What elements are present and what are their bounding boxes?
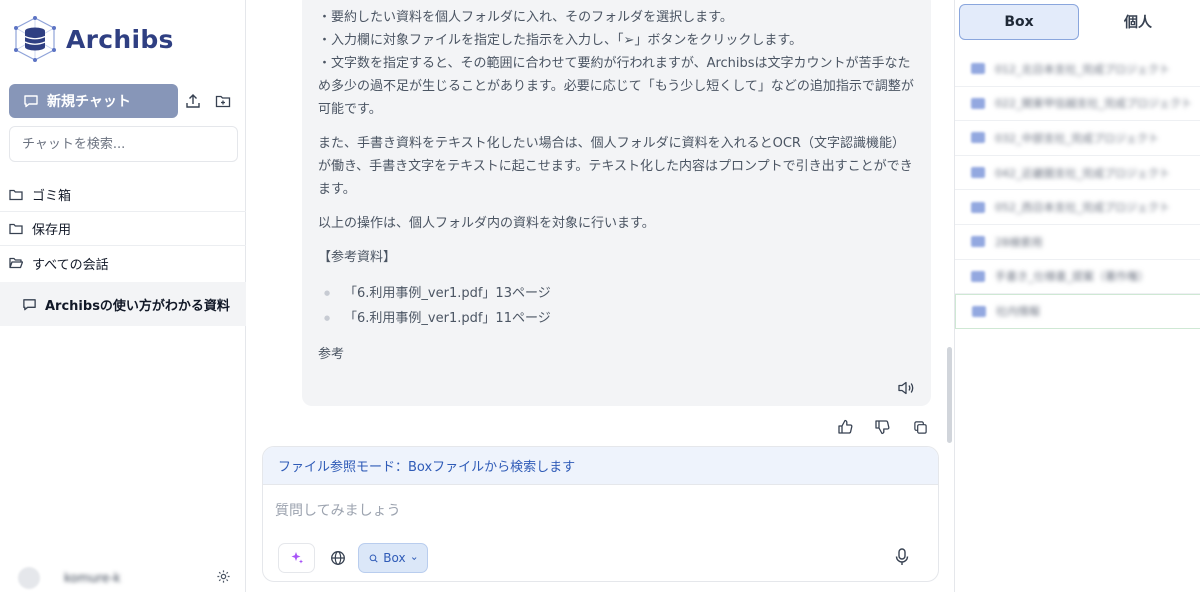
box-source-dropdown[interactable]: Box [358, 543, 428, 573]
folder-icon [971, 97, 985, 109]
web-search-button[interactable] [322, 543, 353, 573]
question-input[interactable] [275, 497, 915, 525]
copy-button[interactable] [911, 418, 929, 436]
gear-icon[interactable] [216, 569, 231, 584]
file-panel: Box 個人 012_北日本支社_完成プロジェクト 022_関東甲信越支社_完成… [954, 0, 1200, 592]
message-line: ・文字数を指定すると、その範囲に合わせて要約が行われますが、Archibsは文字… [318, 56, 914, 117]
folder-open-icon [9, 257, 23, 269]
scrollbar[interactable] [947, 347, 952, 443]
logo[interactable]: Archibs [12, 14, 174, 64]
thumbs-down-icon [875, 420, 890, 435]
reference-item[interactable]: 「6.利用事例_ver1.pdf」13ページ [324, 282, 915, 305]
list-item[interactable]: 社内情報 [955, 294, 1200, 329]
sparkle-icon [291, 552, 303, 564]
new-chat-button[interactable]: 新規チャット [9, 84, 178, 118]
list-item[interactable]: 2B検索用 [955, 225, 1200, 260]
tab-personal[interactable]: 個人 [1079, 4, 1197, 40]
folder-icon [971, 270, 985, 282]
copy-icon [913, 420, 927, 434]
reference-footer: 参考 [318, 347, 345, 362]
thumbs-down-button[interactable] [873, 418, 891, 436]
thumbs-up-button[interactable] [836, 418, 854, 436]
search-icon [369, 553, 378, 562]
app-name: Archibs [66, 24, 174, 54]
folder-plus-icon [215, 95, 231, 108]
user-profile[interactable]: komure-k [18, 566, 238, 590]
message-paragraph: 以上の操作は、個人フォルダ内の資料を対象に行います。 [318, 216, 655, 231]
conversation-title: Archibsの使い方がわかる資料 [45, 298, 230, 314]
folder-icon [9, 223, 23, 234]
folder-trash[interactable]: ゴミ箱 [0, 178, 246, 212]
database-logo-icon [14, 16, 56, 62]
folder-icon [971, 236, 985, 248]
message-line: ・入力欄に対象ファイルを指定した指示を入力し、「➢」ボタンをクリックします。 [318, 33, 803, 48]
avatar [18, 567, 40, 589]
source-tabs: Box 個人 [959, 4, 1197, 40]
list-item[interactable]: 032_中部支社_完成プロジェクト [955, 121, 1200, 156]
message-composer: ファイル参照モード：Boxファイルから検索します Box [262, 446, 939, 582]
message-paragraph: また、手書き資料をテキスト化したい場合は、個人フォルダに資料を入れるとOCR（文… [318, 136, 913, 197]
sidebar: Archibs 新規チャット ゴミ箱 保存用 すべての会話 Archibsの使い… [0, 0, 246, 592]
chat-search-input[interactable] [9, 126, 238, 162]
mode-text: ファイル参照モード：Boxファイルから検索します [278, 460, 576, 475]
new-folder-button[interactable] [212, 90, 234, 112]
folder-label: すべての会話 [32, 257, 109, 273]
message-line: ・要約したい資料を個人フォルダに入れ、そのフォルダを選択します。 [318, 10, 733, 25]
box-folder-list: 012_北日本支社_完成プロジェクト 022_関東甲信越支社_完成プロジェクト … [955, 52, 1200, 329]
box-label: Box [383, 551, 406, 565]
upload-button[interactable] [182, 90, 204, 112]
globe-icon [330, 551, 345, 565]
folder-label: 保存用 [32, 223, 72, 238]
folder-icon [971, 167, 985, 179]
reference-list: 「6.利用事例_ver1.pdf」13ページ 「6.利用事例_ver1.pdf」… [318, 282, 915, 330]
folder-icon [971, 132, 985, 144]
list-item[interactable]: 042_近畿圏支社_完成プロジェクト [955, 156, 1200, 191]
folder-icon [9, 189, 23, 200]
file-reference-mode-bar: ファイル参照モード：Boxファイルから検索します [263, 447, 938, 485]
new-chat-label: 新規チャット [47, 94, 131, 110]
conversation-item[interactable]: Archibsの使い方がわかる資料 [0, 282, 246, 326]
assistant-message: ・要約したい資料を個人フォルダに入れ、そのフォルダを選択します。 ・入力欄に対象… [302, 0, 931, 406]
folder-icon [971, 63, 985, 75]
microphone-icon[interactable] [895, 548, 909, 566]
chat-bubble-icon [24, 95, 38, 108]
chat-bubble-icon [23, 298, 36, 310]
user-name: komure-k [64, 571, 121, 585]
list-item[interactable]: 022_関東甲信越支社_完成プロジェクト [955, 87, 1200, 122]
list-item[interactable]: 052_西日本支社_完成プロジェクト [955, 190, 1200, 225]
chat-area: ・要約したい資料を個人フォルダに入れ、そのフォルダを選択します。 ・入力欄に対象… [247, 0, 953, 592]
folder-saved[interactable]: 保存用 [0, 212, 246, 246]
chevron-down-icon [411, 556, 417, 560]
tab-box[interactable]: Box [959, 4, 1079, 40]
folder-icon [971, 201, 985, 213]
prompt-assist-button[interactable] [278, 543, 315, 573]
list-item[interactable]: 手書き_仕様書_提案（著作権） [955, 260, 1200, 295]
folder-icon [972, 305, 986, 317]
folder-label: ゴミ箱 [32, 189, 72, 204]
folder-all-conversations[interactable]: すべての会話 [0, 246, 246, 280]
upload-icon [186, 94, 200, 108]
speaker-icon[interactable] [897, 380, 915, 396]
thumbs-up-icon [838, 419, 853, 434]
list-item[interactable]: 012_北日本支社_完成プロジェクト [955, 52, 1200, 87]
reference-item[interactable]: 「6.利用事例_ver1.pdf」11ページ [324, 307, 915, 330]
reference-title: 【参考資料】 [318, 250, 397, 265]
